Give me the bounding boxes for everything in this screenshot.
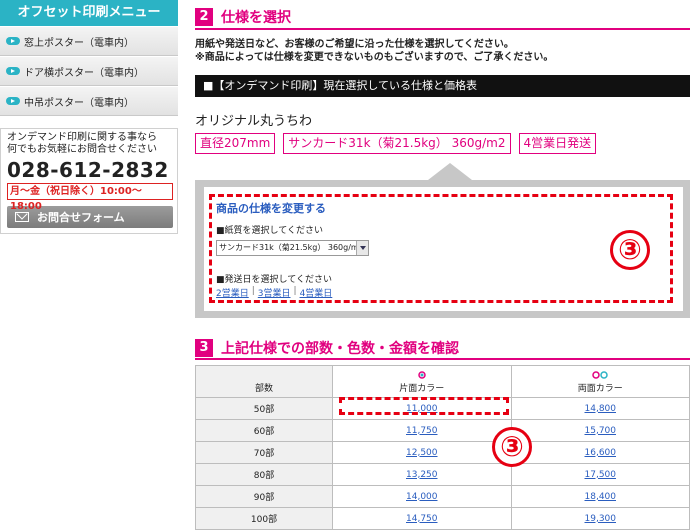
table-row: 60部 11,750 15,700 <box>195 419 690 442</box>
paper-selected-value: サンカード31k（菊21.5kg） 360g/m2 <box>219 243 364 252</box>
sidebar-item-label: ドア横ポスター（電車内） <box>24 67 144 79</box>
col-header-qty: 部数 <box>195 365 333 398</box>
col-header-single: 片面カラー <box>332 365 512 398</box>
shipping-day-links: 2営業日 | 3営業日 | 4営業日 <box>216 286 332 299</box>
highlight-price-cell <box>339 397 509 415</box>
price-cell-double: 15,700 <box>510 419 690 442</box>
arrow-bullet-icon <box>6 97 20 105</box>
price-cell-single: 12,500 <box>332 441 512 464</box>
price-cell-single: 14,750 <box>332 507 512 530</box>
contact-note-2: 何でもお気軽にお問合せください <box>7 144 157 155</box>
qty-cell: 100部 <box>195 507 333 530</box>
contact-form-label: お問合せフォーム <box>37 211 125 224</box>
spec-change-panel: 商品の仕様を変更する ■紙質を選択してください サンカード31k（菊21.5kg… <box>195 180 690 318</box>
price-link[interactable]: 17,500 <box>585 470 617 480</box>
price-cell-double: 16,600 <box>510 441 690 464</box>
sidebar: オフセット印刷メニュー 窓上ポスター（電車内） ドア横ポスター（電車内） 中吊ポ… <box>0 0 178 532</box>
qty-cell: 90部 <box>195 485 333 508</box>
price-link[interactable]: 12,500 <box>406 448 438 458</box>
business-hours: 月～金（祝日除く）10:00～18:00 <box>7 183 173 212</box>
day-separator: | <box>293 286 297 296</box>
intro-line-1: 用紙や発送日など、お客様のご希望に沿った仕様を選択してください。 <box>195 39 514 50</box>
spec-change-inner: 商品の仕様を変更する ■紙質を選択してください サンカード31k（菊21.5kg… <box>204 187 683 311</box>
annotation-circle-3: ③ <box>610 230 650 270</box>
spec-chip-size: 直径207mm <box>195 133 276 154</box>
price-link[interactable]: 14,800 <box>585 404 617 414</box>
double-color-icon <box>592 371 608 379</box>
sidebar-item-hanging-poster[interactable]: 中吊ポスター（電車内） <box>0 87 178 116</box>
price-cell-single: 14,000 <box>332 485 512 508</box>
table-header-row: 部数 片面カラー 両面カラー <box>195 365 690 398</box>
sidebar-item-window-poster[interactable]: 窓上ポスター（電車内） <box>0 27 178 56</box>
price-link[interactable]: 14,000 <box>406 492 438 502</box>
sidebar-item-door-poster[interactable]: ドア横ポスター（電車内） <box>0 57 178 86</box>
price-link[interactable]: 14,750 <box>406 514 438 524</box>
qty-cell: 70部 <box>195 441 333 464</box>
single-color-label: 片面カラー <box>399 384 445 394</box>
step3-title: 上記仕様での部数・色数・金額を確認 <box>221 341 459 357</box>
qty-cell: 60部 <box>195 419 333 442</box>
mail-icon <box>15 212 29 222</box>
step3-number: 3 <box>195 339 213 357</box>
price-link[interactable]: 19,300 <box>585 514 617 524</box>
qty-cell: 80部 <box>195 463 333 486</box>
spec-chip-shipping: 4営業日発送 <box>518 133 597 154</box>
product-name: オリジナル丸うちわ <box>195 114 313 129</box>
price-link[interactable]: 15,700 <box>585 426 617 436</box>
selection-bar: ■【オンデマンド印刷】現在選択している仕様と価格表 <box>195 75 690 97</box>
table-row: 70部 12,500 16,600 <box>195 441 690 464</box>
step2-rule <box>195 28 690 30</box>
main-content: 2 仕様を選択 用紙や発送日など、お客様のご希望に沿った仕様を選択してください。… <box>195 0 690 532</box>
paper-label: ■紙質を選択してください <box>216 226 323 236</box>
col-header-double: 両面カラー <box>510 365 690 398</box>
price-cell-single: 11,750 <box>332 419 512 442</box>
step2-number: 2 <box>195 8 213 26</box>
double-color-label: 両面カラー <box>577 384 623 394</box>
arrow-bullet-icon <box>6 37 20 45</box>
step2-title: 仕様を選択 <box>221 10 291 26</box>
step2-heading: 2 仕様を選択 <box>195 7 291 27</box>
date-label: ■発送日を選択してください <box>216 275 332 285</box>
menu-title: オフセット印刷メニュー <box>0 0 178 26</box>
price-cell-double: 14,800 <box>510 397 690 420</box>
price-cell-double: 18,400 <box>510 485 690 508</box>
spec-chip-paper: サンカード31k（菊21.5kg） 360g/m2 <box>283 133 511 154</box>
table-row: 80部 13,250 17,500 <box>195 463 690 486</box>
single-color-icon <box>418 371 426 379</box>
day-separator: | <box>251 286 255 296</box>
annotation-circle-3-table: ③ <box>492 427 532 467</box>
price-link[interactable]: 18,400 <box>585 492 617 502</box>
step2-intro: 用紙や発送日など、お客様のご希望に沿った仕様を選択してください。 ※商品によって… <box>195 38 553 64</box>
price-cell-double: 17,500 <box>510 463 690 486</box>
day-link-4[interactable]: 4営業日 <box>300 286 333 299</box>
sidebar-item-label: 中吊ポスター（電車内） <box>24 97 134 109</box>
price-table: 部数 片面カラー 両面カラー 50部 11,000 14,800 60部 11,… <box>195 365 690 530</box>
price-link[interactable]: 13,250 <box>406 470 438 480</box>
price-cell-single: 13,250 <box>332 463 512 486</box>
step3-rule <box>195 358 690 360</box>
price-link[interactable]: 16,600 <box>585 448 617 458</box>
contact-note-1: オンデマンド印刷に関する事なら <box>7 132 157 143</box>
intro-line-2: ※商品によっては仕様を変更できないものもございますので、ご了承ください。 <box>195 52 554 63</box>
arrow-bullet-icon <box>6 67 20 75</box>
table-row: 90部 14,000 18,400 <box>195 485 690 508</box>
spec-chips: 直径207mm サンカード31k（菊21.5kg） 360g/m2 4営業日発送 <box>195 133 597 154</box>
table-row: 100部 14,750 19,300 <box>195 507 690 530</box>
qty-cell: 50部 <box>195 397 333 420</box>
contact-box: オンデマンド印刷に関する事なら 何でもお気軽にお問合せください 028-612-… <box>0 128 178 234</box>
price-link[interactable]: 11,750 <box>406 426 438 436</box>
step3-heading: 3 上記仕様での部数・色数・金額を確認 <box>195 338 459 358</box>
caret-pointer <box>428 163 472 180</box>
paper-select[interactable]: サンカード31k（菊21.5kg） 360g/m2 <box>216 240 369 256</box>
phone-number: 028-612-2832 <box>7 158 169 182</box>
day-link-3[interactable]: 3営業日 <box>258 286 291 299</box>
price-cell-double: 19,300 <box>510 507 690 530</box>
change-spec-title: 商品の仕様を変更する <box>216 202 326 215</box>
chevron-down-icon <box>356 241 368 255</box>
day-link-2[interactable]: 2営業日 <box>216 286 249 299</box>
sidebar-item-label: 窓上ポスター（電車内） <box>24 37 134 49</box>
